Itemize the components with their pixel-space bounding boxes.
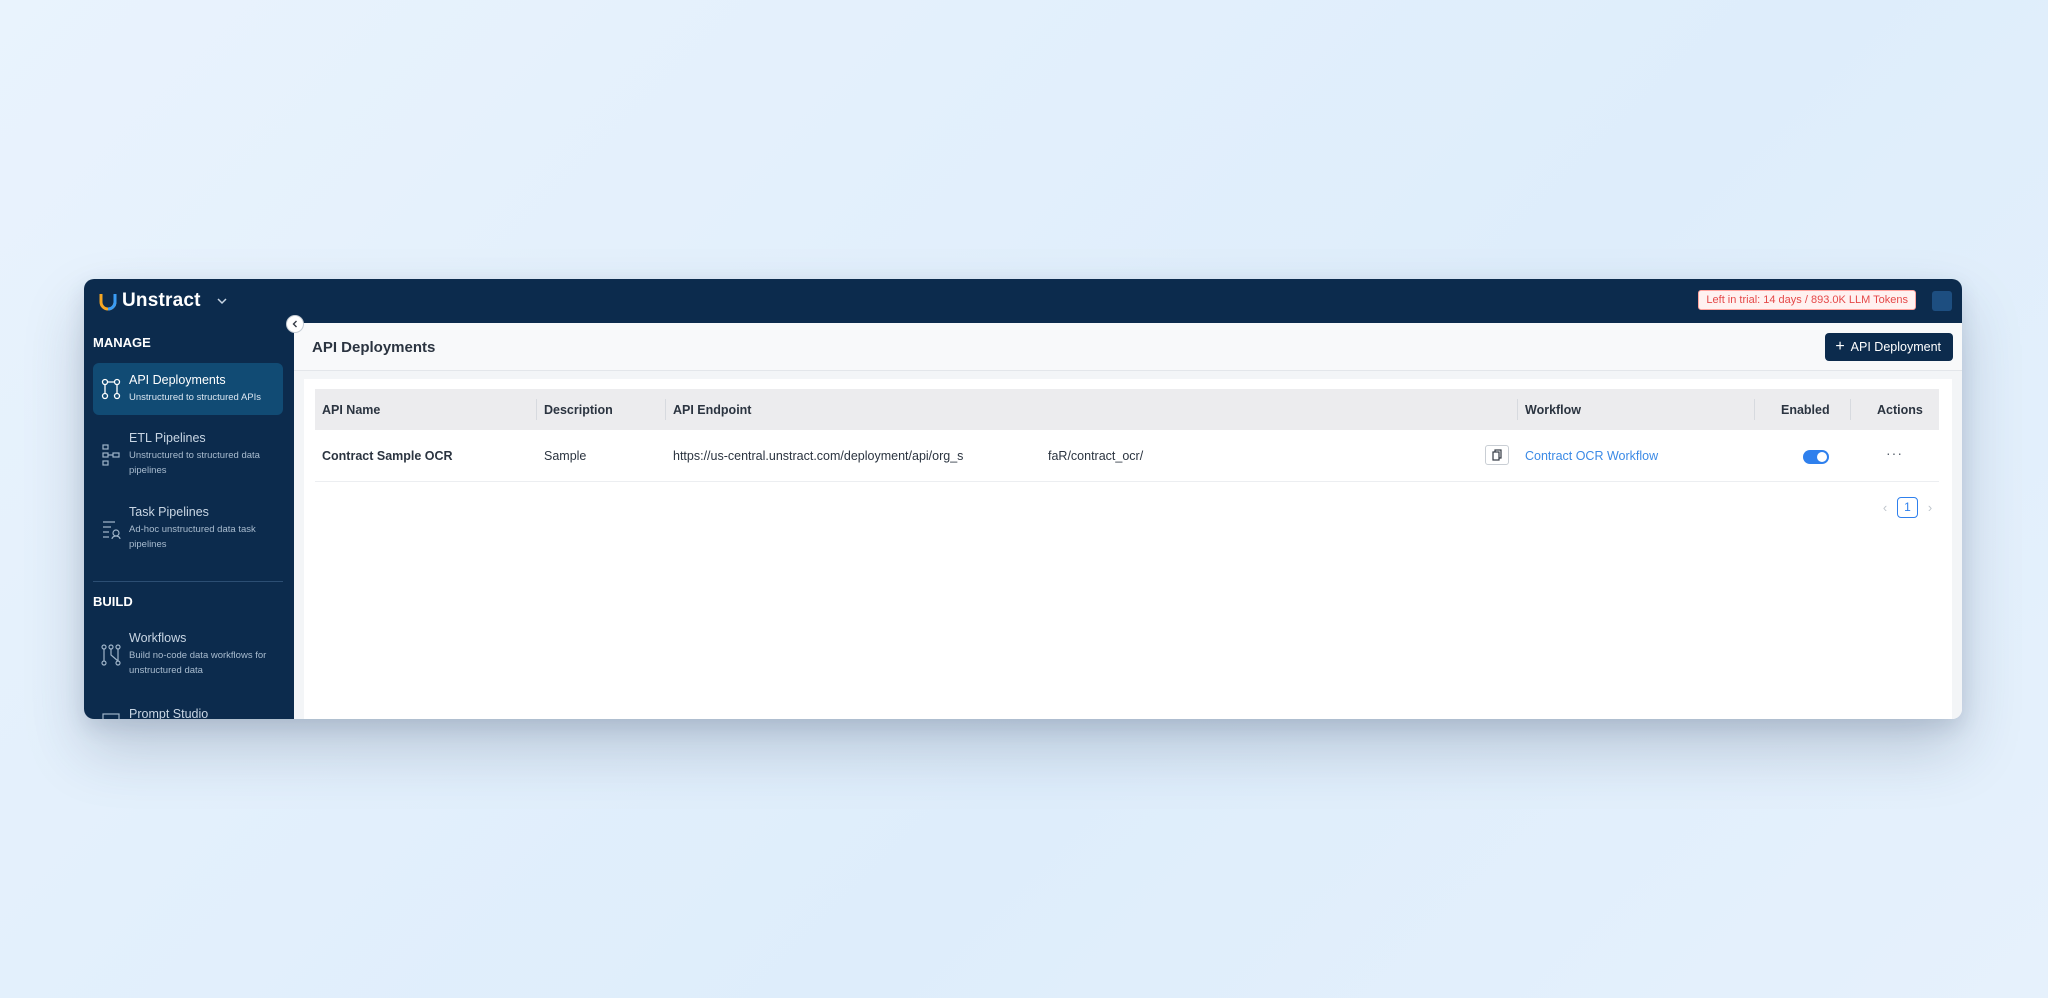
column-header-enabled[interactable]: Enabled bbox=[1781, 403, 1830, 417]
pagination: ‹ 1 › bbox=[1878, 497, 1937, 518]
add-button-label: API Deployment bbox=[1850, 340, 1941, 354]
column-header-workflow[interactable]: Workflow bbox=[1525, 403, 1581, 417]
pagination-prev-icon[interactable]: ‹ bbox=[1878, 500, 1892, 515]
copy-icon bbox=[1492, 449, 1502, 461]
column-header-api-name[interactable]: API Name bbox=[322, 403, 380, 417]
column-separator bbox=[1517, 399, 1518, 420]
unstract-logo-icon bbox=[99, 294, 117, 311]
column-separator bbox=[536, 399, 537, 420]
chevron-down-icon[interactable] bbox=[215, 294, 229, 308]
avatar[interactable] bbox=[1932, 291, 1952, 311]
section-title-build: BUILD bbox=[93, 594, 133, 609]
sidebar-item-title: ETL Pipelines bbox=[129, 431, 206, 445]
sidebar-item-workflows[interactable]: Workflows Build no-code data workflows f… bbox=[93, 621, 283, 687]
workflows-icon bbox=[101, 644, 121, 666]
app-window: Unstract Left in trial: 14 days / 893.0K… bbox=[84, 279, 1962, 719]
api-deployments-icon bbox=[101, 378, 121, 400]
sidebar-item-title: Prompt Studio bbox=[129, 707, 209, 719]
top-bar: Unstract Left in trial: 14 days / 893.0K… bbox=[84, 279, 1962, 323]
column-header-description[interactable]: Description bbox=[544, 403, 613, 417]
copy-endpoint-button[interactable] bbox=[1485, 445, 1509, 465]
main-content: API Deployments + API Deployment API Nam… bbox=[294, 323, 1962, 719]
column-header-actions[interactable]: Actions bbox=[1877, 403, 1923, 417]
toggle-knob bbox=[1817, 452, 1827, 462]
table-row[interactable]: Contract Sample OCR Sample https://us-ce… bbox=[315, 430, 1939, 482]
page-title: API Deployments bbox=[312, 339, 436, 356]
sidebar-item-desc: Unstructured to structured data pipeline… bbox=[129, 450, 260, 476]
sidebar-item-etl-pipelines[interactable]: ETL Pipelines Unstructured to structured… bbox=[93, 421, 283, 487]
add-api-deployment-button[interactable]: + API Deployment bbox=[1825, 333, 1953, 361]
plus-icon: + bbox=[1835, 338, 1845, 355]
sidebar-collapse-button[interactable] bbox=[286, 315, 304, 333]
enabled-toggle[interactable] bbox=[1803, 450, 1829, 464]
etl-pipelines-icon bbox=[102, 444, 120, 466]
pagination-next-icon[interactable]: › bbox=[1923, 500, 1937, 515]
sidebar-item-prompt-studio[interactable]: Prompt Studio bbox=[93, 697, 283, 719]
sidebar-item-task-pipelines[interactable]: Task Pipelines Ad-hoc unstructured data … bbox=[93, 495, 283, 561]
prompt-studio-icon bbox=[102, 713, 120, 719]
sidebar-item-desc: Build no-code data workflows for unstruc… bbox=[129, 650, 267, 676]
workflow-link[interactable]: Contract OCR Workflow bbox=[1525, 449, 1658, 463]
content-card: API Name Description API Endpoint Workfl… bbox=[304, 379, 1952, 719]
pagination-page[interactable]: 1 bbox=[1897, 497, 1918, 518]
section-title-manage: MANAGE bbox=[93, 335, 151, 350]
page-header: API Deployments + API Deployment bbox=[294, 323, 1962, 371]
deployments-table: API Name Description API Endpoint Workfl… bbox=[315, 389, 1939, 518]
cell-api-name: Contract Sample OCR bbox=[322, 449, 453, 463]
app-name: Unstract bbox=[122, 290, 201, 311]
sidebar-item-title: Workflows bbox=[129, 631, 187, 645]
column-separator bbox=[1754, 399, 1755, 420]
table-header: API Name Description API Endpoint Workfl… bbox=[315, 389, 1939, 430]
sidebar-item-desc: Unstructured to structured APIs bbox=[129, 392, 262, 403]
sidebar: MANAGE API Deployments Unstructured to s… bbox=[84, 323, 294, 719]
cell-description: Sample bbox=[544, 449, 587, 463]
trial-badge: Left in trial: 14 days / 893.0K LLM Toke… bbox=[1698, 290, 1916, 310]
sidebar-item-title: API Deployments bbox=[129, 373, 226, 387]
chevron-left-icon bbox=[292, 320, 297, 328]
sidebar-item-desc: Ad-hoc unstructured data task pipelines bbox=[129, 524, 256, 550]
column-separator bbox=[665, 399, 666, 420]
sidebar-item-title: Task Pipelines bbox=[129, 505, 209, 519]
row-actions-menu[interactable]: ··· bbox=[1886, 445, 1903, 461]
column-header-api-endpoint[interactable]: API Endpoint bbox=[673, 403, 751, 417]
cell-endpoint-end: faR/contract_ocr/ bbox=[1048, 449, 1144, 463]
task-pipelines-icon bbox=[103, 521, 121, 540]
column-separator bbox=[1850, 399, 1851, 420]
cell-endpoint-start: https://us-central.unstract.com/deployme… bbox=[673, 449, 964, 463]
sidebar-item-api-deployments[interactable]: API Deployments Unstructured to structur… bbox=[93, 363, 283, 415]
sidebar-divider bbox=[93, 581, 283, 582]
brand[interactable]: Unstract bbox=[98, 290, 229, 312]
